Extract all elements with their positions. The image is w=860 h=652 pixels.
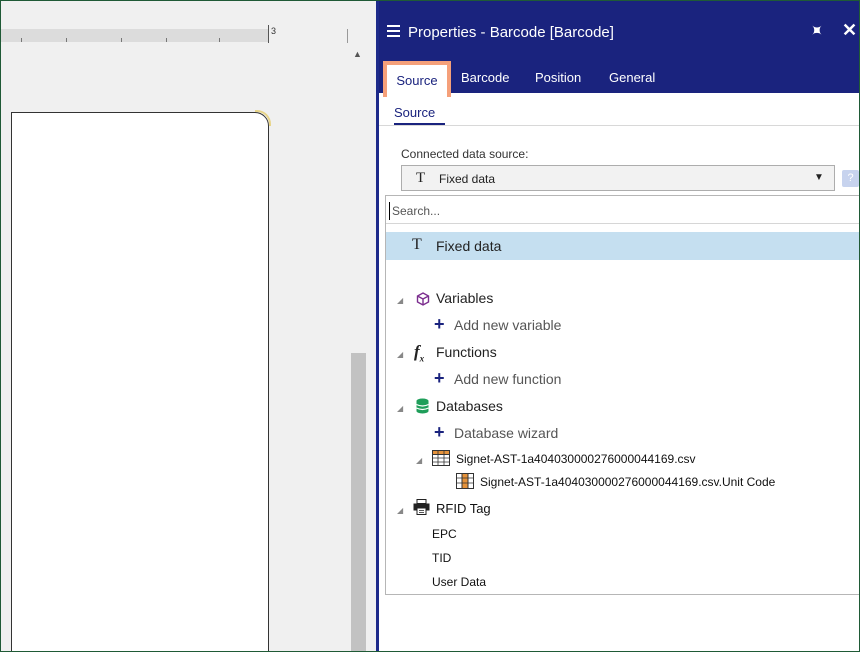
table-icon	[432, 450, 450, 466]
tab-barcode[interactable]: Barcode	[461, 65, 509, 93]
expand-caret-icon[interactable]: ◢	[397, 506, 403, 515]
close-icon[interactable]: ✕	[842, 20, 857, 41]
dropdown-arrow-icon: ▼	[814, 172, 824, 183]
fixed-data-icon: T	[416, 170, 426, 186]
rfid-epc-item[interactable]: EPC	[432, 527, 457, 541]
subtab-source[interactable]: Source	[394, 105, 435, 120]
tab-source[interactable]: Source	[383, 61, 451, 97]
database-file-item[interactable]: Signet-AST-1a404030000276000044169.csv	[456, 452, 696, 466]
fixed-data-icon: T	[412, 236, 422, 253]
panel-header: Properties - Barcode [Barcode] ✦ ✕ Sourc…	[379, 1, 859, 97]
ruler-separator	[347, 29, 348, 43]
data-source-label: Connected data source:	[401, 147, 529, 161]
database-icon	[416, 398, 429, 414]
label-canvas[interactable]	[11, 112, 269, 651]
data-source-value: Fixed data	[439, 172, 496, 186]
expand-caret-icon[interactable]: ◢	[397, 350, 403, 359]
properties-panel: Properties - Barcode [Barcode] ✦ ✕ Sourc…	[376, 1, 859, 651]
ruler-edge	[268, 25, 269, 43]
ruler-number: 3	[271, 26, 277, 36]
tree-item-functions[interactable]: Functions	[436, 344, 497, 360]
hamburger-menu-icon[interactable]	[387, 25, 400, 38]
data-source-select[interactable]: T Fixed data ▼	[401, 165, 835, 191]
subtab-divider	[379, 125, 859, 126]
database-field-item[interactable]: Signet-AST-1a404030000276000044169.csv.U…	[480, 475, 775, 489]
tree-item-variables[interactable]: Variables	[436, 290, 493, 306]
scroll-up-arrow-icon[interactable]: ▲	[353, 49, 362, 59]
label-corner-marker	[255, 110, 271, 126]
scrollbar-thumb[interactable]	[351, 353, 366, 651]
search-input[interactable]	[389, 202, 852, 220]
expand-caret-icon[interactable]: ◢	[397, 296, 403, 305]
expand-caret-icon[interactable]: ◢	[397, 404, 403, 413]
tab-position[interactable]: Position	[535, 65, 581, 93]
list-item-fixed-data[interactable]: T Fixed data	[386, 232, 859, 260]
column-icon	[456, 473, 474, 489]
panel-title: Properties - Barcode [Barcode]	[408, 24, 614, 41]
expand-caret-icon[interactable]: ◢	[416, 456, 422, 465]
add-new-function-link[interactable]: Add new function	[454, 371, 561, 387]
pin-icon[interactable]: ✦	[804, 19, 829, 43]
tab-general[interactable]: General	[609, 65, 655, 93]
cube-icon	[416, 292, 430, 306]
tree-item-rfid-tag[interactable]: RFID Tag	[436, 501, 491, 516]
help-icon[interactable]: ?	[842, 170, 859, 187]
function-fx-icon: fx	[414, 342, 425, 364]
plus-icon: +	[434, 368, 445, 388]
add-new-variable-link[interactable]: Add new variable	[454, 317, 561, 333]
rfid-user-data-item[interactable]: User Data	[432, 575, 486, 589]
design-surface: 3 ▲	[1, 1, 376, 651]
app-window: 3 ▲ Properties - Barcode [Barcode] ✦ ✕ S…	[0, 0, 860, 652]
data-source-dropdown: T Fixed data ◢ Variables + Add new varia…	[385, 195, 859, 595]
plus-icon: +	[434, 314, 445, 334]
rfid-tid-item[interactable]: TID	[432, 551, 451, 565]
search-box	[386, 200, 859, 224]
fixed-data-label: Fixed data	[436, 238, 502, 254]
horizontal-ruler	[1, 29, 269, 42]
tree-item-databases[interactable]: Databases	[436, 398, 503, 414]
printer-icon	[413, 499, 430, 515]
database-wizard-link[interactable]: Database wizard	[454, 425, 558, 441]
plus-icon: +	[434, 422, 445, 442]
